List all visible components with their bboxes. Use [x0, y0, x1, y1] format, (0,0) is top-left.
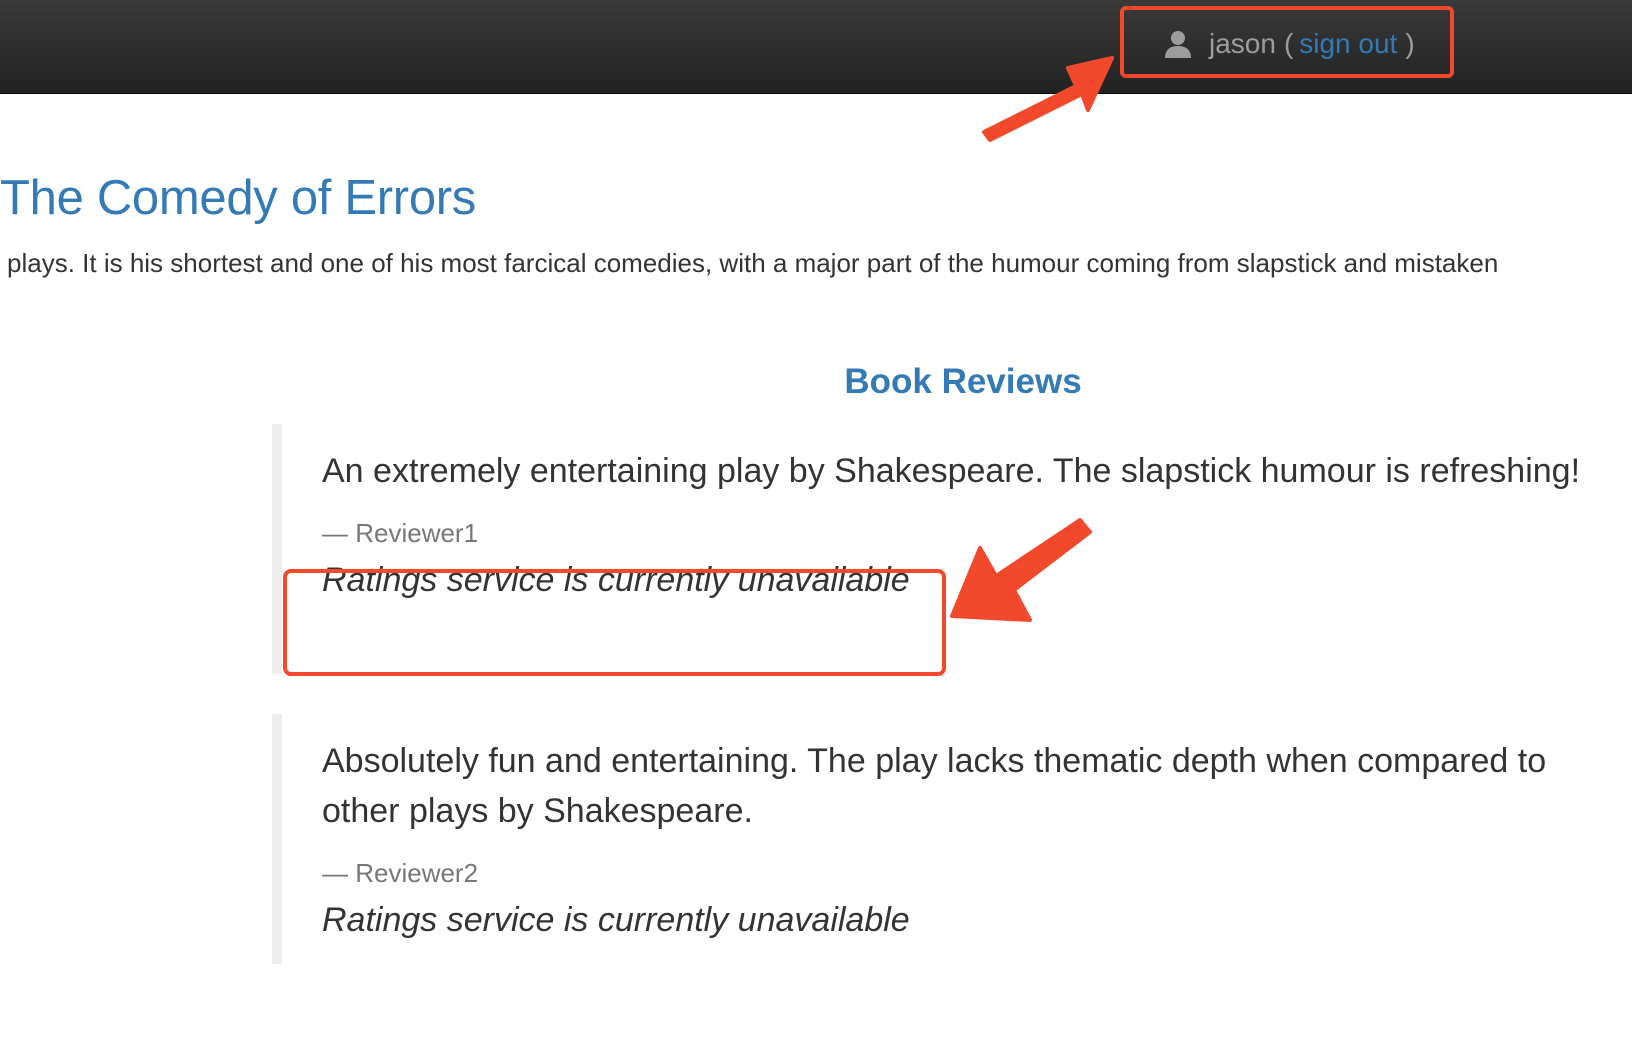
page: jason ( sign out ) The Comedy of Errors …: [0, 0, 1632, 1040]
reviewer-name: — Reviewer2: [322, 858, 479, 888]
book-summary: plays. It is his shortest and one of his…: [7, 248, 1499, 278]
annotation-highlight-user: [1120, 6, 1454, 78]
reviewer-name: — Reviewer1: [322, 518, 479, 548]
reviews-heading: Book Reviews: [844, 362, 1082, 401]
review-item: Absolutely fun and entertaining. The pla…: [272, 714, 1632, 964]
review-text: Absolutely fun and entertaining. The pla…: [322, 742, 1547, 830]
page-title: The Comedy of Errors: [0, 171, 476, 225]
review-text: An extremely entertaining play by Shakes…: [322, 452, 1581, 490]
annotation-highlight-rating: [283, 569, 946, 676]
rating-status: Ratings service is currently unavailable: [322, 901, 910, 939]
